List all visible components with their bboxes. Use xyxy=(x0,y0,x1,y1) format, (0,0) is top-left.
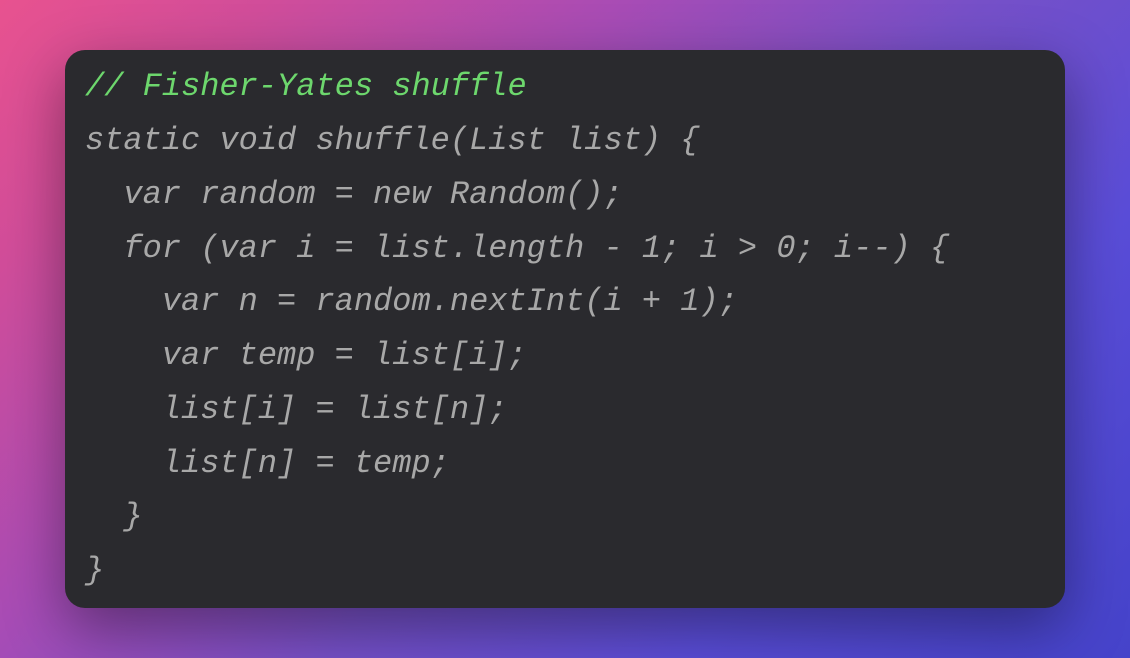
code-line: var random = new Random(); xyxy=(85,168,1045,222)
code-line: static void shuffle(List list) { xyxy=(85,114,1045,168)
code-line: for (var i = list.length - 1; i > 0; i--… xyxy=(85,222,1045,276)
code-line: var temp = list[i]; xyxy=(85,329,1045,383)
code-block: // Fisher-Yates shufflestatic void shuff… xyxy=(65,50,1065,608)
code-line: list[i] = list[n]; xyxy=(85,383,1045,437)
code-line-comment: // Fisher-Yates shuffle xyxy=(85,60,1045,114)
code-line: } xyxy=(85,490,1045,544)
code-line: list[n] = temp; xyxy=(85,437,1045,491)
code-line: } xyxy=(85,544,1045,598)
code-line: var n = random.nextInt(i + 1); xyxy=(85,275,1045,329)
